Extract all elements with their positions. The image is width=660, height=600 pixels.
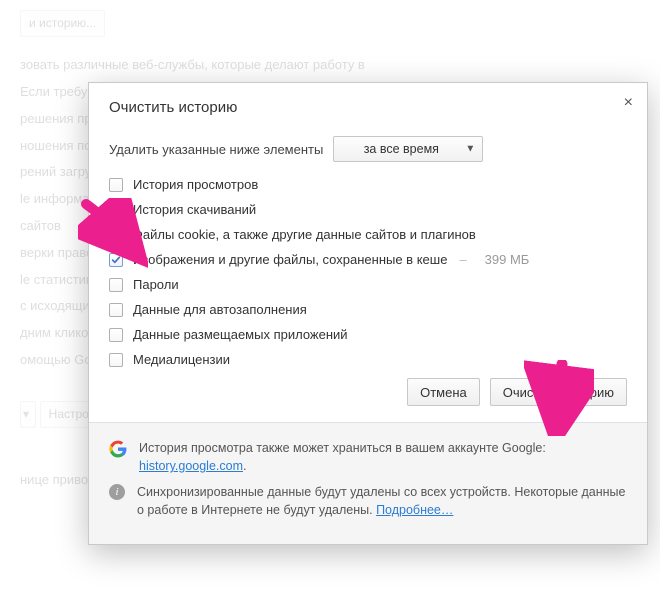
dialog-title: Очистить историю <box>109 99 627 116</box>
info-icon: i <box>109 484 125 500</box>
data-type-option: Файлы cookie, а также другие данные сайт… <box>109 222 627 247</box>
checkbox[interactable] <box>109 203 123 217</box>
option-label: Файлы cookie, а также другие данные сайт… <box>133 227 476 242</box>
data-type-option: История скачиваний <box>109 197 627 222</box>
close-button[interactable]: × <box>624 95 633 111</box>
time-range-label: Удалить указанные ниже элементы <box>109 142 323 157</box>
option-label: Изображения и другие файлы, сохраненные … <box>133 252 447 267</box>
checkbox[interactable] <box>109 328 123 342</box>
checkbox[interactable] <box>109 178 123 192</box>
data-type-option: Данные для автозаполнения <box>109 297 627 322</box>
clear-history-button[interactable]: Очистить историю <box>490 378 627 406</box>
cancel-button[interactable]: Отмена <box>407 378 480 406</box>
checkbox[interactable] <box>109 303 123 317</box>
google-history-link[interactable]: history.google.com <box>139 459 243 473</box>
data-type-option: Данные размещаемых приложений <box>109 322 627 347</box>
option-label: Пароли <box>133 277 179 292</box>
dialog-footer: История просмотра также может храниться … <box>89 422 647 544</box>
checkbox[interactable] <box>109 228 123 242</box>
option-label: Медиалицензии <box>133 352 230 367</box>
checkbox[interactable] <box>109 278 123 292</box>
data-type-option: Изображения и другие файлы, сохраненные … <box>109 247 627 272</box>
option-label: История просмотров <box>133 177 258 192</box>
option-label: Данные размещаемых приложений <box>133 327 348 342</box>
clear-history-dialog: Очистить историю × Удалить указанные ниж… <box>88 82 648 545</box>
data-type-option: История просмотров <box>109 172 627 197</box>
google-icon <box>109 440 127 458</box>
data-type-option: Медиалицензии <box>109 347 627 372</box>
checkbox[interactable] <box>109 353 123 367</box>
footer-google-text: История просмотра также может храниться … <box>139 441 546 455</box>
learn-more-link[interactable]: Подробнее… <box>376 503 453 517</box>
data-type-list: История просмотров История скачиваний Файл… <box>109 172 627 372</box>
checkbox[interactable] <box>109 253 123 267</box>
size-hint: 399 МБ <box>485 252 530 267</box>
time-range-select[interactable]: за все время <box>333 136 483 162</box>
option-label: Данные для автозаполнения <box>133 302 307 317</box>
data-type-option: Пароли <box>109 272 627 297</box>
option-label: История скачиваний <box>133 202 256 217</box>
